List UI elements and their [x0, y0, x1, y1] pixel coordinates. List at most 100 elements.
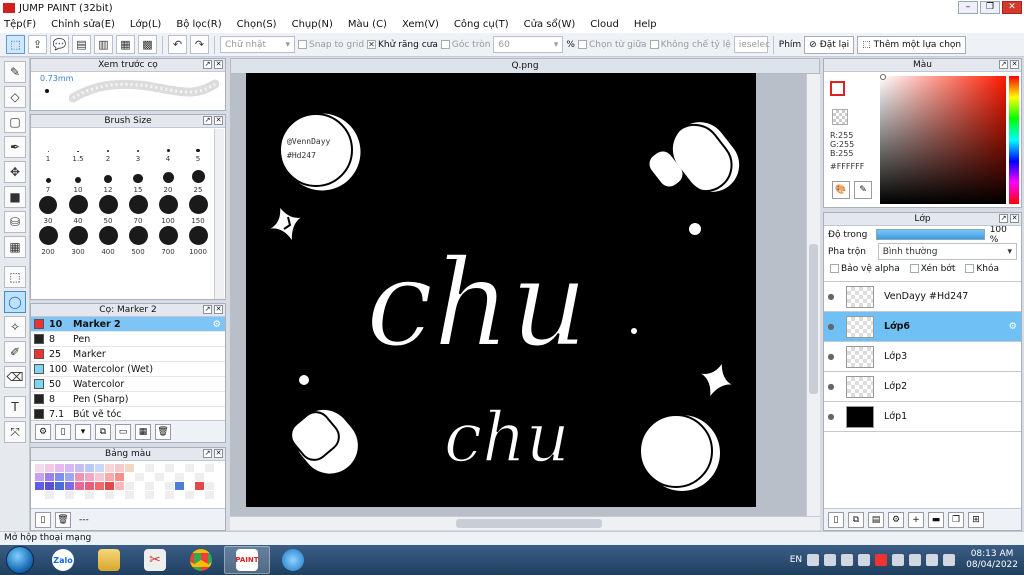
brush-size-option[interactable]: 150	[183, 194, 213, 225]
palette-swatch[interactable]	[125, 491, 134, 499]
tray-up-icon[interactable]	[807, 554, 820, 566]
palette-swatch[interactable]	[105, 464, 114, 472]
battery-icon[interactable]	[909, 554, 922, 566]
palette-swatch[interactable]	[125, 464, 134, 472]
fill-rect-tool-icon[interactable]: ■	[4, 186, 26, 208]
menu-item-0[interactable]: Tệp(F)	[4, 19, 36, 30]
vertical-scroll-thumb[interactable]	[809, 244, 818, 394]
brush-size-option[interactable]: 100	[153, 194, 183, 225]
undo-icon[interactable]: ↶	[168, 35, 187, 54]
taskbar-ie[interactable]	[270, 546, 316, 574]
tray-shield-icon[interactable]	[892, 554, 905, 566]
new-brush-icon[interactable]: ▯	[55, 423, 71, 440]
start-button-icon[interactable]	[6, 546, 34, 574]
brush-size-option[interactable]: 50	[93, 194, 123, 225]
layer-row[interactable]: ● Lớp6 ⚙	[824, 312, 1021, 342]
palette-swatch[interactable]	[165, 464, 174, 472]
palette-swatch[interactable]	[175, 473, 184, 481]
delete-palette-icon[interactable]: 🗑	[55, 511, 71, 528]
brush-size-option[interactable]: 1	[33, 132, 63, 163]
menu-item-5[interactable]: Chụp(N)	[292, 19, 333, 30]
brush-size-option[interactable]: 40	[63, 194, 93, 225]
brush-menu-icon[interactable]: ▾	[75, 423, 91, 440]
brush-size-option[interactable]: 5	[183, 132, 213, 163]
brush-tool-icon[interactable]: ✎	[4, 61, 26, 83]
palette-swatch[interactable]	[155, 473, 164, 481]
paste-layer-icon[interactable]: ▤	[868, 511, 884, 528]
palette-swatch[interactable]	[45, 464, 54, 472]
palette-swatch[interactable]	[65, 491, 74, 499]
document-tab[interactable]: Q.png	[230, 58, 820, 74]
brush-size-option[interactable]: 500	[123, 225, 153, 256]
rectangle-tool-icon[interactable]: ▢	[4, 111, 26, 133]
brush-size-scrollbar[interactable]	[214, 129, 224, 299]
ratio-field[interactable]: ieselec	[733, 36, 770, 53]
select-center-checkbox[interactable]: Chọn từ giữa	[577, 40, 647, 50]
palette-swatch[interactable]	[195, 464, 204, 472]
brush-size-option[interactable]: 700	[153, 225, 183, 256]
brush-size-option[interactable]: 70	[123, 194, 153, 225]
taskbar-explorer[interactable]	[86, 546, 132, 574]
palette-swatch[interactable]	[35, 464, 44, 472]
palette-swatch[interactable]	[175, 482, 184, 490]
palette-swatch[interactable]	[145, 482, 154, 490]
layer-row[interactable]: ● Lớp1	[824, 402, 1021, 432]
layer-visibility-icon[interactable]: ●	[824, 412, 838, 421]
brush-gear-icon[interactable]: ⚙	[212, 319, 221, 330]
maximize-button[interactable]: ❐	[980, 1, 1000, 14]
layer-visibility-icon[interactable]: ●	[824, 352, 838, 361]
palette-swatch[interactable]	[165, 473, 174, 481]
palette-swatch[interactable]	[145, 491, 154, 499]
color-palette-icon[interactable]: 🎨	[832, 181, 850, 199]
brush-size-option[interactable]: 300	[63, 225, 93, 256]
palette-swatch[interactable]	[115, 464, 124, 472]
palette-swatch[interactable]	[145, 473, 154, 481]
menu-item-6[interactable]: Màu (C)	[348, 19, 387, 30]
artboard[interactable]: @VennDayy #Hd247 chu chu	[246, 73, 756, 507]
palette-swatch[interactable]	[165, 491, 174, 499]
palette-swatch[interactable]	[65, 482, 74, 490]
palette-swatch[interactable]	[175, 491, 184, 499]
layer-gear-icon[interactable]: ⚙	[1008, 321, 1017, 332]
corner-value-select[interactable]: 60 ▾	[493, 36, 564, 53]
transparent-swatch[interactable]	[832, 109, 848, 125]
taskbar-paint[interactable]: ✂	[132, 546, 178, 574]
saturation-value-picker[interactable]	[880, 76, 1006, 204]
brush-size-option[interactable]: 4	[153, 132, 183, 163]
brush-list-item[interactable]: 7.1 Bút vẽ tóc	[31, 407, 225, 420]
eraser-tool-icon[interactable]: ◇	[4, 86, 26, 108]
document-icon[interactable]: ▥	[94, 35, 113, 54]
add-layer-menu-icon[interactable]: +	[908, 511, 924, 528]
palette-swatch[interactable]	[105, 473, 114, 481]
brush-size-option[interactable]: 1000	[183, 225, 213, 256]
gradient-tool-icon[interactable]: ▦	[4, 236, 26, 258]
palette-swatch[interactable]	[55, 491, 64, 499]
redo-icon[interactable]: ↷	[190, 35, 209, 54]
reset-button[interactable]: ⊘ Đặt lại	[804, 35, 855, 54]
brush-list-item[interactable]: 8 Pen (Sharp)	[31, 392, 225, 407]
export-icon[interactable]: ⇪	[28, 35, 47, 54]
brush-size-option[interactable]: 20	[153, 163, 183, 194]
grid-icon[interactable]: ▩	[138, 35, 157, 54]
palette-swatch[interactable]	[45, 482, 54, 490]
brush-size-option[interactable]: 7	[33, 163, 63, 194]
tray-app-icon[interactable]	[824, 554, 837, 566]
palette-swatch[interactable]	[85, 464, 94, 472]
menu-item-10[interactable]: Cloud	[590, 19, 619, 30]
menu-item-4[interactable]: Chọn(S)	[237, 19, 277, 30]
palette-swatch[interactable]	[205, 491, 214, 499]
palette-swatch[interactable]	[35, 491, 44, 499]
close-button[interactable]: ✕	[1002, 1, 1022, 14]
palette-swatch[interactable]	[195, 473, 204, 481]
blend-mode-select[interactable]: Bình thường ▾	[877, 243, 1017, 260]
layer-visibility-icon[interactable]: ●	[824, 382, 838, 391]
foreground-color-swatch[interactable]	[830, 81, 845, 96]
palette-swatch[interactable]	[155, 464, 164, 472]
layer-visibility-icon[interactable]: ●	[824, 292, 838, 301]
bucket-tool-icon[interactable]: ⛁	[4, 211, 26, 233]
menu-item-9[interactable]: Cửa sổ(W)	[524, 19, 576, 30]
color-picker-cursor[interactable]	[880, 74, 886, 80]
palette-swatch[interactable]	[85, 473, 94, 481]
pen-tool-icon[interactable]: ✒	[4, 136, 26, 158]
clip-checkbox[interactable]: Xén bớt	[909, 264, 955, 274]
